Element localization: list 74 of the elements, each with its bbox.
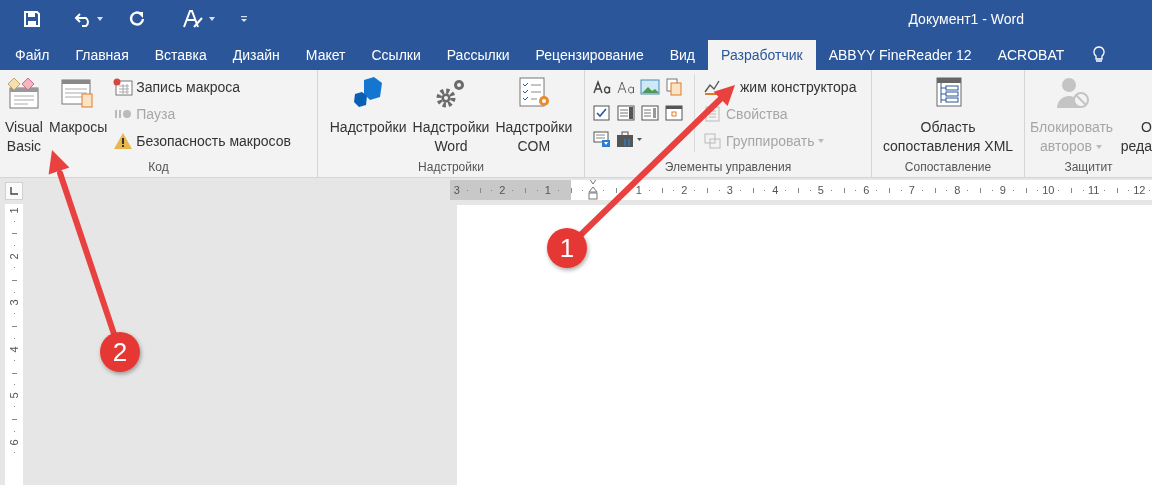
ruler-number: 2 bbox=[8, 253, 20, 260]
combo-box-icon[interactable] bbox=[616, 104, 636, 122]
ribbon-button[interactable]: Область сопоставления XML bbox=[880, 74, 1016, 158]
spelling-icon[interactable] bbox=[182, 9, 204, 29]
step-badge: 1 bbox=[547, 228, 587, 268]
group-label: Элементы управления bbox=[663, 160, 793, 176]
ruler-number: 3 bbox=[726, 184, 733, 196]
ruler-number: 2 bbox=[499, 184, 506, 196]
ruler-number: 12 bbox=[1133, 184, 1146, 196]
ribbon-tab[interactable]: Рецензирование bbox=[522, 40, 657, 70]
ruler-number: 11 bbox=[1088, 184, 1100, 196]
ruler-number: 8 bbox=[954, 184, 961, 196]
group-label: Защитит bbox=[1063, 160, 1114, 176]
ruler-number: 10 bbox=[1042, 184, 1055, 196]
ribbon-tab[interactable]: ACROBAT bbox=[984, 40, 1078, 70]
ruler-number: 2 bbox=[681, 184, 688, 196]
ribbon-button[interactable]: Надстройки COM bbox=[493, 74, 575, 158]
legacy-tools-icon[interactable] bbox=[616, 130, 644, 148]
ribbon-tab[interactable]: Разработчик bbox=[708, 40, 816, 70]
ruler-number: 5 bbox=[817, 184, 824, 196]
ribbon-button[interactable]: Безопасность макросов bbox=[111, 128, 293, 154]
ruler-number: 7 bbox=[908, 184, 915, 196]
ruler-number: 1 bbox=[544, 184, 551, 196]
ruler-number: 6 bbox=[863, 184, 870, 196]
save-icon[interactable] bbox=[24, 11, 40, 27]
ruler-number: 6 bbox=[8, 439, 20, 446]
caret-icon[interactable] bbox=[208, 16, 216, 22]
customize-icon[interactable] bbox=[240, 15, 248, 23]
ruler-number: 1 bbox=[8, 207, 20, 214]
ribbon-button[interactable]: Visual Basic bbox=[3, 74, 45, 158]
window-title: Документ1 - Word bbox=[908, 11, 1024, 27]
dropdown-list-icon[interactable] bbox=[592, 130, 612, 148]
left-tab-icon bbox=[10, 187, 18, 195]
ribbon-tab[interactable]: Файл bbox=[2, 40, 63, 70]
ruler-number: 5 bbox=[8, 392, 20, 399]
properties-icon bbox=[703, 105, 723, 123]
image-icon[interactable] bbox=[640, 78, 660, 96]
ribbon-button[interactable]: О реда bbox=[1118, 74, 1152, 158]
ribbon-tab[interactable]: Главная bbox=[62, 40, 142, 70]
caret-icon bbox=[1095, 143, 1104, 150]
ribbon-tab[interactable]: Вид bbox=[656, 40, 709, 70]
calendar-icon[interactable] bbox=[664, 104, 684, 122]
caret-icon[interactable] bbox=[96, 16, 104, 22]
ribbon-tab[interactable]: Макет bbox=[292, 40, 359, 70]
ribbon-tab[interactable]: Ссылки bbox=[358, 40, 434, 70]
ruler-number: 1 bbox=[635, 184, 642, 196]
code-window-icon bbox=[5, 76, 42, 110]
ribbon-tab[interactable]: Дизайн bbox=[219, 40, 293, 70]
group-label: Код bbox=[147, 160, 170, 176]
ribbon-tab[interactable]: Рассылки bbox=[433, 40, 523, 70]
ruler-number: 3 bbox=[8, 299, 20, 307]
checkbox-icon[interactable] bbox=[592, 104, 612, 122]
ruler-number: 9 bbox=[999, 184, 1006, 196]
ribbon-tab[interactable]: ABBYY FineReader 12 bbox=[815, 40, 985, 70]
lightbulb-icon[interactable] bbox=[1093, 46, 1106, 64]
tab-stop-button[interactable] bbox=[5, 182, 23, 200]
repeat-icon[interactable] bbox=[128, 10, 146, 28]
ribbon-button[interactable]: Макросы bbox=[46, 74, 110, 139]
ribbon-tab[interactable]: Вставка bbox=[141, 40, 220, 70]
rich-text-icon[interactable] bbox=[592, 78, 612, 96]
ruler-number: 4 bbox=[772, 184, 779, 196]
ruler-number: 3 bbox=[453, 184, 460, 196]
group-label: Надстройки bbox=[417, 160, 485, 176]
ribbon-button[interactable]: Надстройки bbox=[327, 74, 409, 139]
step-badge: 2 bbox=[100, 332, 140, 372]
indent-marker-icon[interactable] bbox=[588, 180, 599, 200]
record-icon bbox=[113, 78, 134, 96]
warning-icon bbox=[113, 132, 134, 150]
ruler-number: 4 bbox=[8, 346, 20, 353]
group-icon bbox=[703, 132, 723, 150]
caret-icon bbox=[817, 138, 826, 144]
ribbon-button[interactable]: Надстройки Word bbox=[410, 74, 492, 158]
ribbon-button[interactable]: Запись макроса bbox=[111, 74, 293, 100]
group-label: Сопоставление bbox=[903, 160, 993, 176]
